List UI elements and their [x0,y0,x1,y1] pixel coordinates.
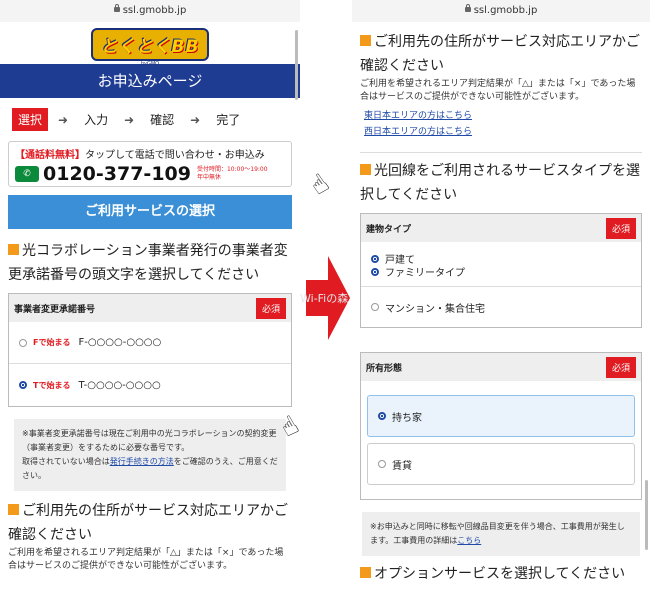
card-header: 事業者変更承諾番号 [14,304,96,315]
orange-square-icon [360,567,371,578]
radio-selected-icon [378,412,386,420]
step-arrow-icon: ➜ [190,112,201,127]
option-label: ファミリータイプ [385,268,465,279]
left-phone-screen: ssl.gmobb.jp とくとくBB byGMO お申込みページ 選択 ➜ 入… [0,0,300,600]
url-text: ssl.gmobb.jp [473,5,538,16]
radio-selected-icon [371,267,379,276]
section-title-text: オプションサービスを選択してください [374,566,626,582]
orange-square-icon [360,164,371,175]
section-title-approval: 光コラボレーション事業者発行の事業者変更承諾番号の頭文字を選択してください [0,239,300,287]
watermark: Wi-Fiの森 [300,292,349,305]
step-input: 入力 [84,113,109,127]
tokutoku-bb-logo[interactable]: とくとくBB [90,28,210,61]
east-area-link[interactable]: 東日本エリアの方はこちら [352,108,650,124]
area-note: ご利用を希望されるエリア判定結果が「△」または「×」であった場合はサービスのご提… [360,79,636,102]
radio-icon [19,338,27,347]
page-title: お申込みページ [0,64,300,98]
option-label: マンション・集合住宅 [385,303,485,315]
west-area-link[interactable]: 西日本エリアの方はこちら [352,124,650,140]
option-label: Fで始まる [33,338,71,347]
service-select-header: ご利用サービスの選択 [8,195,292,229]
required-badge: 必須 [605,356,636,378]
url-bar[interactable]: ssl.gmobb.jp [352,0,650,22]
progress-steps: 選択 ➜ 入力 ➜ 確認 ➜ 完了 [0,98,300,141]
url-text: ssl.gmobb.jp [122,5,187,16]
radio-selected-icon [371,254,379,263]
section-title-area: ご利用先の住所がサービス対応エリアかご確認ください [0,499,300,547]
orange-square-icon [8,504,19,515]
card-header: 建物タイプ [366,224,412,235]
section-title-text: 光回線をご利用されるサービスタイプを選択してください [360,163,640,203]
hours-days: 年中無休 [196,174,221,181]
step-arrow-icon: ➜ [58,112,69,127]
orange-square-icon [360,35,371,46]
step-complete: 完了 [216,113,241,127]
building-type-card: 建物タイプ 必須 戸建て ファミリータイプ マンション・集合住宅 [360,213,642,328]
radio-selected-icon [19,381,27,389]
orange-square-icon [8,244,19,255]
option-rental[interactable]: 賃貸 [367,443,635,485]
required-badge: 必須 [605,217,636,239]
section-title-service-type: 光回線をご利用されるサービスタイプを選択してください [352,159,650,207]
note-text: ※事業者変更承諾番号は現在ご利用中の光コラボレーションの契約変更（事業者変更）を… [22,429,277,452]
note-pre: 取得されていない場合は [22,457,110,466]
section-title-text: 光コラボレーション事業者発行の事業者変更承諾番号の頭文字を選択してください [8,243,288,283]
freedial-icon: ✆ [15,166,39,182]
scrollbar[interactable] [295,30,298,100]
hours-text: 受付時間：10:00〜19:00 [196,166,268,173]
option-value: F-○○○○-○○○○ [78,337,162,348]
approval-number-card: 事業者変更承諾番号 必須 Fで始まる F-○○○○-○○○○ Tで始まる T-○○○○… [8,293,292,407]
section-title-area: ご利用先の住所がサービス対応エリアかご確認ください [352,30,650,78]
section-title-text: ご利用先の住所がサービス対応エリアかご確認ください [360,34,640,74]
required-badge: 必須 [255,297,286,319]
area-note: ご利用を希望されるエリア判定結果が「△」または「×」であった場合はサービスのご提… [8,548,284,571]
lock-icon [464,4,471,12]
option-label: 持ち家 [392,412,422,424]
call-text: タップして電話で問い合わせ・お申込み [85,150,265,161]
logo-area: とくとくBB byGMO [0,22,300,67]
note-text: ※お申込みと同時に移転や回線品目変更を伴う場合、工事費用が発生します。工事費用の… [370,522,625,545]
scrollbar[interactable] [645,480,648,550]
option-f[interactable]: Fで始まる F-○○○○-○○○○ [9,322,291,364]
pointing-hand-icon: ☝ [304,168,336,202]
approval-note: ※事業者変更承諾番号は現在ご利用中の光コラボレーションの契約変更（事業者変更）を… [14,419,286,491]
divider [360,152,642,153]
option-label: 賃貸 [392,460,412,472]
ownership-card: 所有形態 必須 持ち家 賃貸 [360,352,642,500]
step-select: 選択 [12,108,49,131]
construction-note: ※お申込みと同時に移転や回線品目変更を伴う場合、工事費用が発生します。工事費用の… [362,512,640,556]
section-title-text: ご利用先の住所がサービス対応エリアかご確認ください [8,503,288,543]
phone-number: 0120-377-109 [43,163,191,185]
call-button[interactable]: 【通話料無料】タップして電話で問い合わせ・お申込み ✆ 0120-377-109… [8,141,292,187]
free-call-badge: 【通話料無料】 [15,150,85,161]
section-title-options: オプションサービスを選択してください [352,562,650,586]
issue-procedure-link[interactable]: 発行手続きの方法 [110,457,174,466]
step-confirm: 確認 [150,113,175,127]
option-value: T-○○○○-○○○○ [78,379,161,391]
option-owned[interactable]: 持ち家 [367,395,635,437]
step-arrow-icon: ➜ [124,112,135,127]
url-bar[interactable]: ssl.gmobb.jp [0,0,300,22]
radio-icon [371,303,379,311]
option-family[interactable]: ファミリータイプ [361,265,641,279]
option-mansion[interactable]: マンション・集合住宅 [361,287,641,327]
right-phone-screen: ssl.gmobb.jp ご利用先の住所がサービス対応エリアかご確認ください ご… [352,0,650,600]
construction-fee-link[interactable]: こちら [457,536,481,545]
lock-icon [113,4,120,12]
option-label: Tで始まる [33,380,71,390]
radio-icon [378,460,386,468]
card-header: 所有形態 [366,363,403,374]
option-t[interactable]: Tで始まる T-○○○○-○○○○ [9,364,291,406]
